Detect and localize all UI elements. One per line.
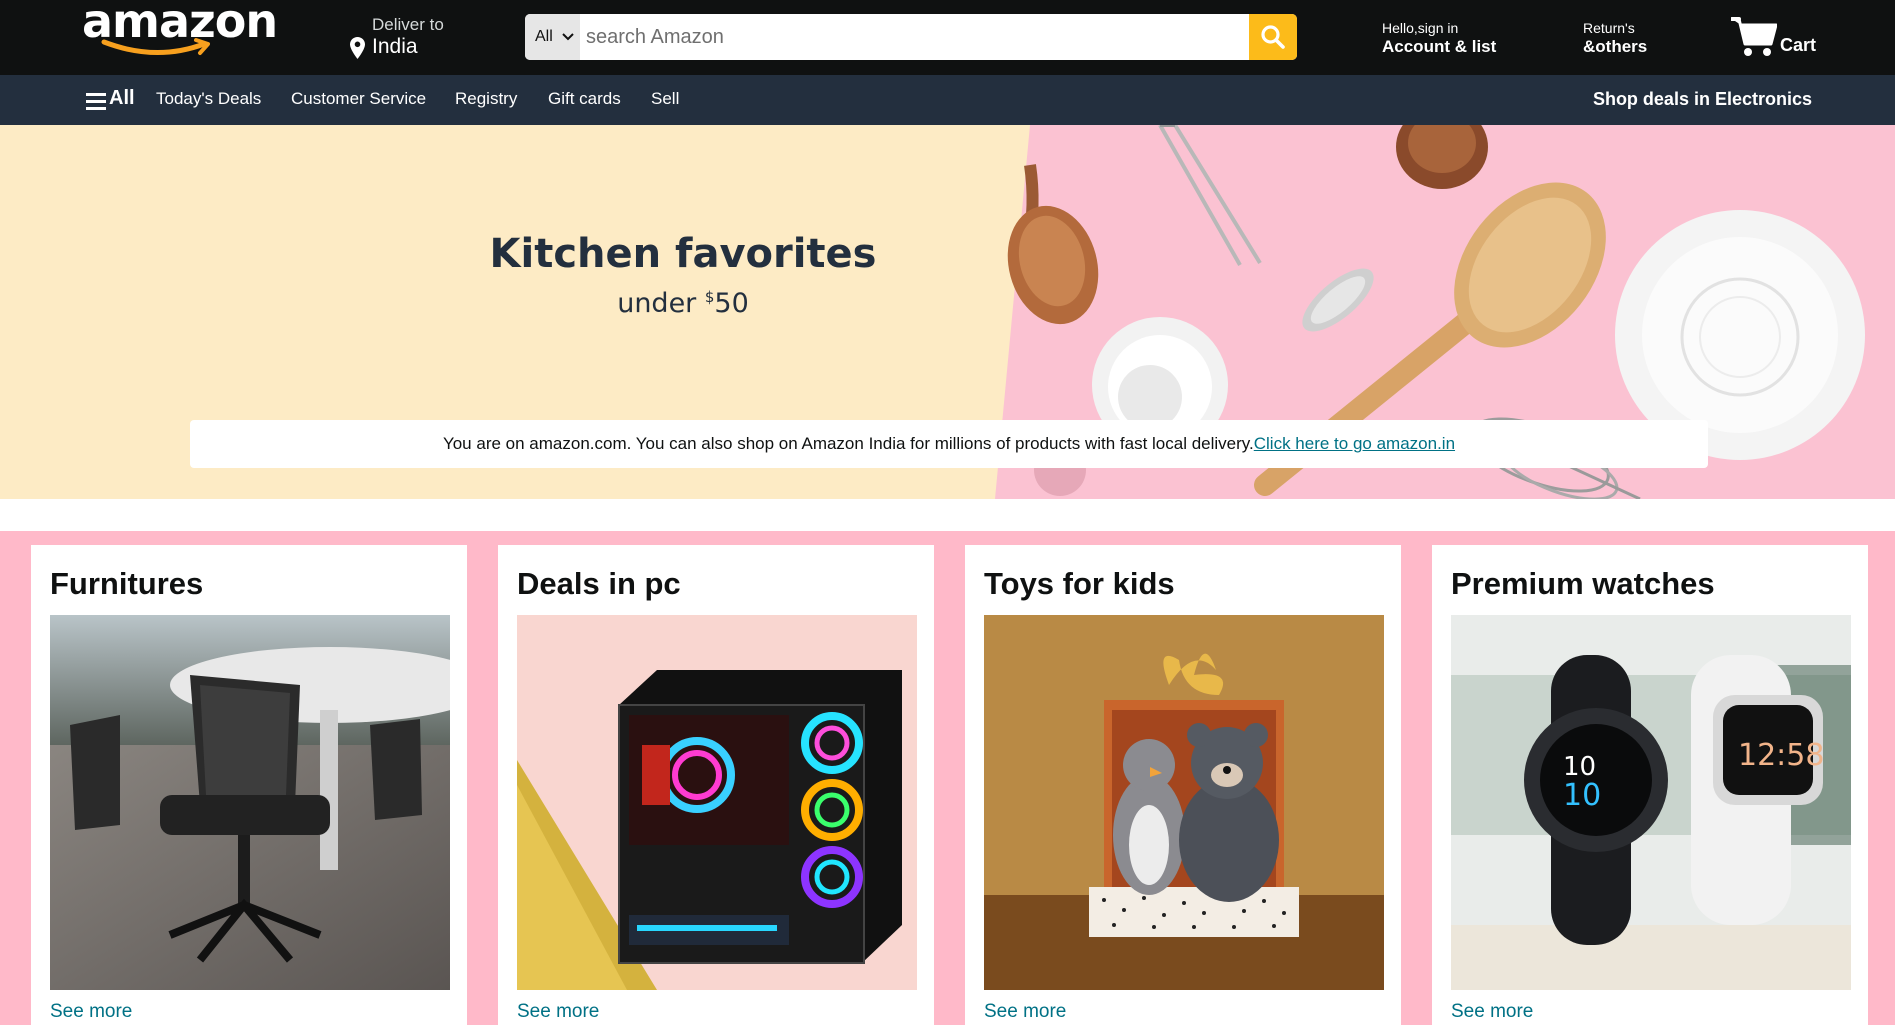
card-title: Deals in pc <box>517 566 681 601</box>
search-input[interactable] <box>580 14 1243 60</box>
account-and-lists[interactable]: Hello,sign in Account & list <box>1382 20 1496 57</box>
account-greeting: Hello,sign in <box>1382 20 1459 36</box>
search-category-label: All <box>535 28 553 45</box>
location-pin-icon <box>350 37 365 59</box>
see-more-link[interactable]: See more <box>50 1001 132 1023</box>
search-button[interactable] <box>1249 14 1297 60</box>
category-card-premium-watches: Premium watches 12:58 10 10 See more <box>1432 545 1868 1025</box>
hero-banner[interactable]: Kitchen favorites under $50 You are on a… <box>0 125 1895 499</box>
nav-bar: All Today's Deals Customer Service Regis… <box>0 75 1895 125</box>
hero-subtitle-prefix: under <box>617 288 705 319</box>
nav-shop-electronics[interactable]: Shop deals in Electronics <box>1593 89 1812 110</box>
card-title: Premium watches <box>1451 566 1715 601</box>
nav-item-gift-cards[interactable]: Gift cards <box>548 89 621 109</box>
returns-big-label: &others <box>1583 37 1648 56</box>
hero-price: 50 <box>714 288 749 319</box>
go-amazon-in-link[interactable]: Click here to go amazon.in <box>1254 434 1455 453</box>
svg-text:12:58: 12:58 <box>1738 738 1824 773</box>
smile-arrow-icon <box>101 38 210 56</box>
deliver-label: Deliver to <box>372 15 444 34</box>
nav-item-sell[interactable]: Sell <box>651 89 679 109</box>
regional-notice-text: You are on amazon.com. You can also shop… <box>442 434 1254 453</box>
category-card-toys-for-kids: Toys for kids See more <box>965 545 1401 1025</box>
office-chair-image <box>50 615 450 990</box>
card-image[interactable] <box>517 615 917 990</box>
smartwatches-image: 12:58 10 10 <box>1451 615 1851 990</box>
hamburger-menu-icon <box>86 93 106 110</box>
gaming-pc-image <box>517 615 917 990</box>
see-more-link[interactable]: See more <box>1451 1001 1533 1023</box>
top-header: amazon Deliver to India All Hello <box>0 0 1895 75</box>
search-bar: All <box>525 14 1297 60</box>
cart-label: Cart <box>1780 35 1817 55</box>
chevron-down-icon <box>562 33 574 41</box>
card-title: Toys for kids <box>984 566 1175 601</box>
category-card-deals-in-pc: Deals in pc See more <box>498 545 934 1025</box>
see-more-link[interactable]: See more <box>984 1001 1066 1023</box>
deliver-location: India <box>372 35 418 58</box>
account-label: Account & list <box>1382 37 1497 56</box>
card-image[interactable] <box>984 615 1384 990</box>
nav-item-registry[interactable]: Registry <box>455 89 517 109</box>
plush-toys-gift-box-image <box>984 615 1384 990</box>
hero-currency: $ <box>704 288 715 306</box>
hero-title: Kitchen favorites <box>489 231 877 277</box>
hero-subtitle: under $50 <box>470 288 896 319</box>
returns-small-label: Return's <box>1583 20 1635 36</box>
search-icon <box>1261 25 1285 49</box>
divider-strip <box>0 499 1895 531</box>
cart-button[interactable]: Cart <box>1731 16 1831 60</box>
see-more-link[interactable]: See more <box>517 1001 599 1023</box>
search-category-select[interactable]: All <box>525 14 580 60</box>
nav-item-customer-service[interactable]: Customer Service <box>291 89 426 109</box>
nav-all-label: All <box>109 87 135 109</box>
regional-notice: You are on amazon.com. You can also shop… <box>190 420 1708 468</box>
returns-and-orders[interactable]: Return's &others <box>1583 20 1647 57</box>
nav-item-todays-deals[interactable]: Today's Deals <box>156 89 261 109</box>
category-card-furnitures: Furnitures See more <box>31 545 467 1025</box>
card-title: Furnitures <box>50 566 204 601</box>
svg-text:10: 10 <box>1563 778 1601 813</box>
cart-icon <box>1731 17 1777 56</box>
card-image[interactable]: 12:58 10 10 <box>1451 615 1851 990</box>
amazon-logo[interactable]: amazon <box>82 0 278 64</box>
card-image[interactable] <box>50 615 450 990</box>
